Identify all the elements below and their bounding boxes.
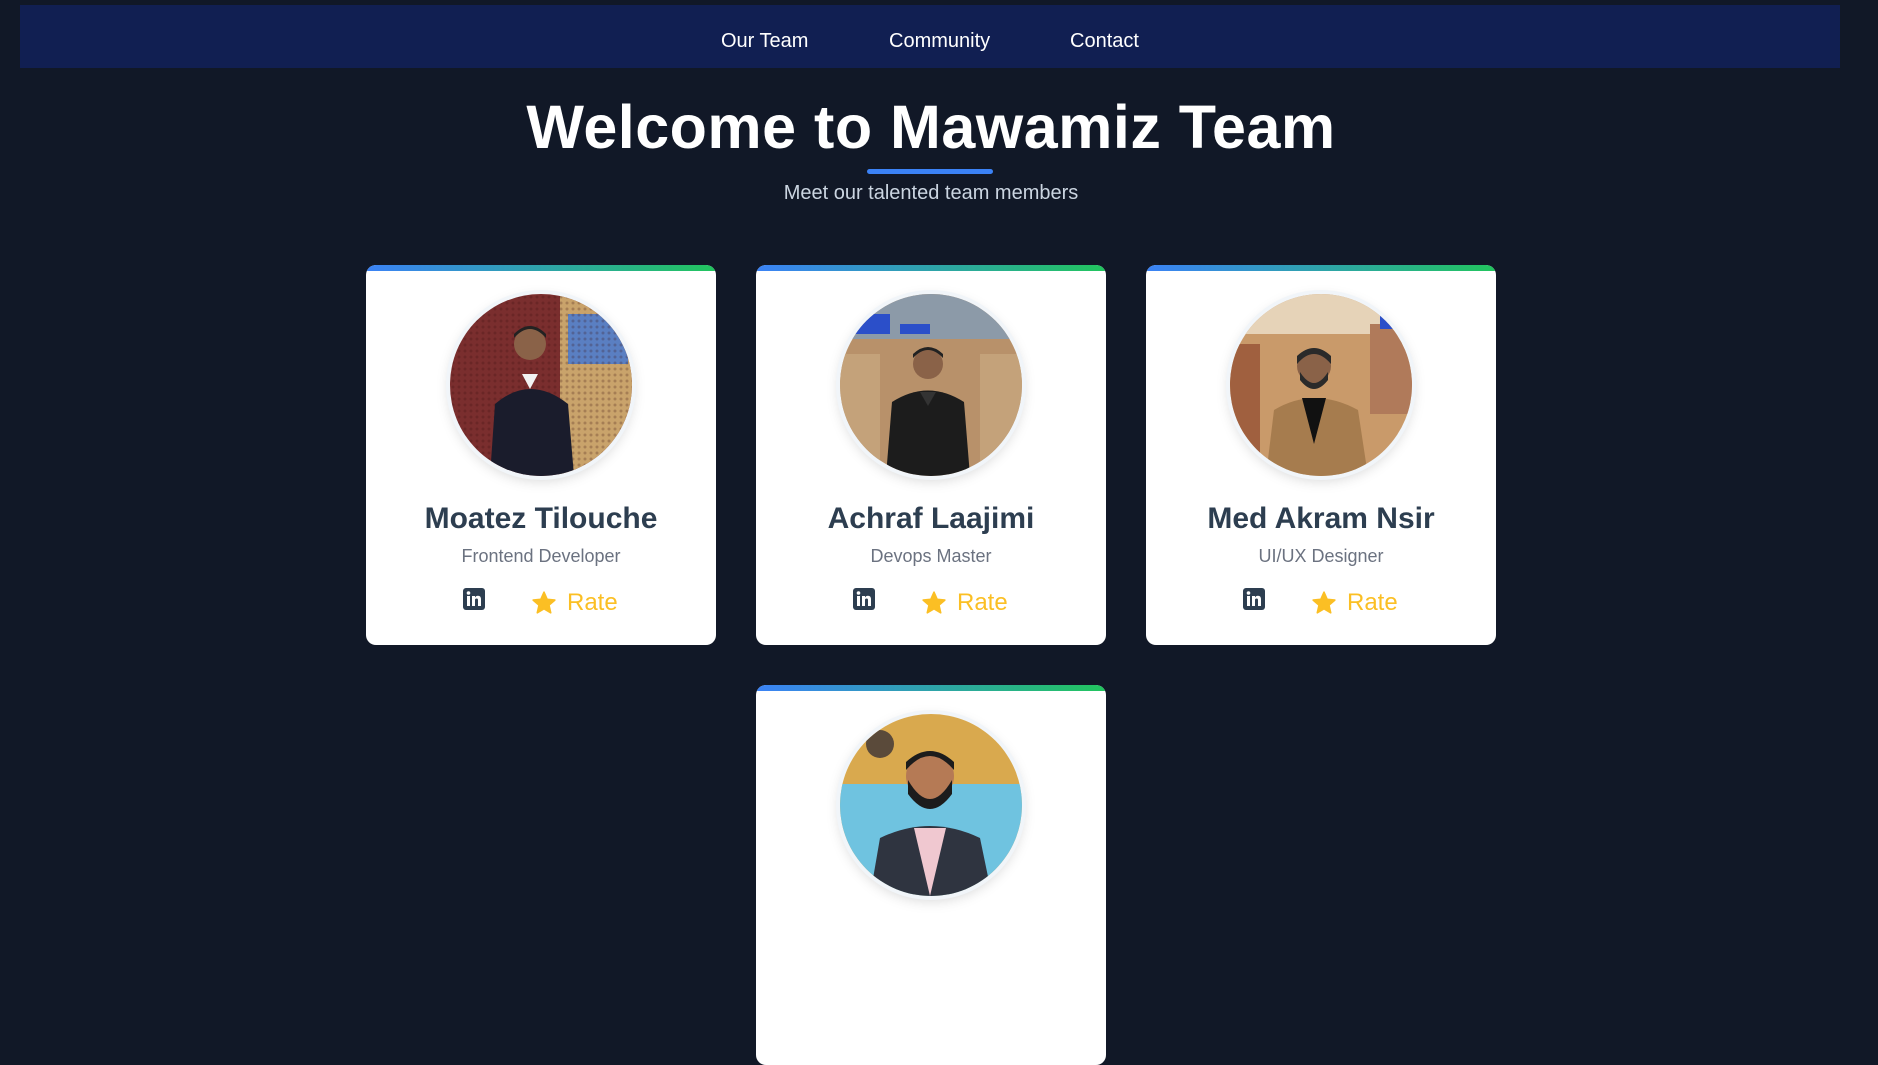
avatar-photo [1230,294,1412,476]
avatar-photo [450,294,632,476]
linkedin-icon[interactable] [463,588,485,610]
top-navbar: Our Team Community Contact [20,5,1840,68]
nav-link-our-team[interactable]: Our Team [721,25,808,57]
card-accent-bar [756,685,1106,691]
title-underline [867,169,993,174]
star-icon [1312,591,1336,614]
rate-button[interactable]: Rate [1311,588,1398,618]
team-card-achraf: Achraf Laajimi Devops Master Rate [756,265,1106,645]
member-name: Med Akram Nsir [1207,502,1435,535]
member-name: Moatez Tilouche [424,502,658,535]
card-accent-bar [366,265,716,271]
card-accent-bar [756,265,1106,271]
team-card-med-akram: Med Akram Nsir UI/UX Designer Rate [1146,265,1496,645]
team-card-fourth [756,685,1106,1065]
member-role: UI/UX Designer [1258,546,1384,566]
avatar-photo [840,714,1022,896]
nav-link-community[interactable]: Community [889,25,990,57]
avatar-photo [840,294,1022,476]
rate-button[interactable]: Rate [921,588,1008,618]
member-role: Devops Master [870,546,992,566]
star-icon [532,591,556,614]
page-subtitle: Meet our talented team members [783,182,1079,204]
page-title: Welcome to Mawamiz Team [526,93,1336,161]
linkedin-icon[interactable] [1243,588,1265,610]
rate-label: Rate [567,589,618,616]
member-name: Achraf Laajimi [827,502,1035,535]
team-card-moatez: Moatez Tilouche Frontend Developer Rate [366,265,716,645]
rate-label: Rate [957,589,1008,616]
rate-label: Rate [1347,589,1398,616]
card-accent-bar [1146,265,1496,271]
rate-button[interactable]: Rate [531,588,618,618]
nav-link-contact[interactable]: Contact [1070,25,1139,57]
member-role: Frontend Developer [461,546,621,566]
star-icon [922,591,946,614]
linkedin-icon[interactable] [853,588,875,610]
